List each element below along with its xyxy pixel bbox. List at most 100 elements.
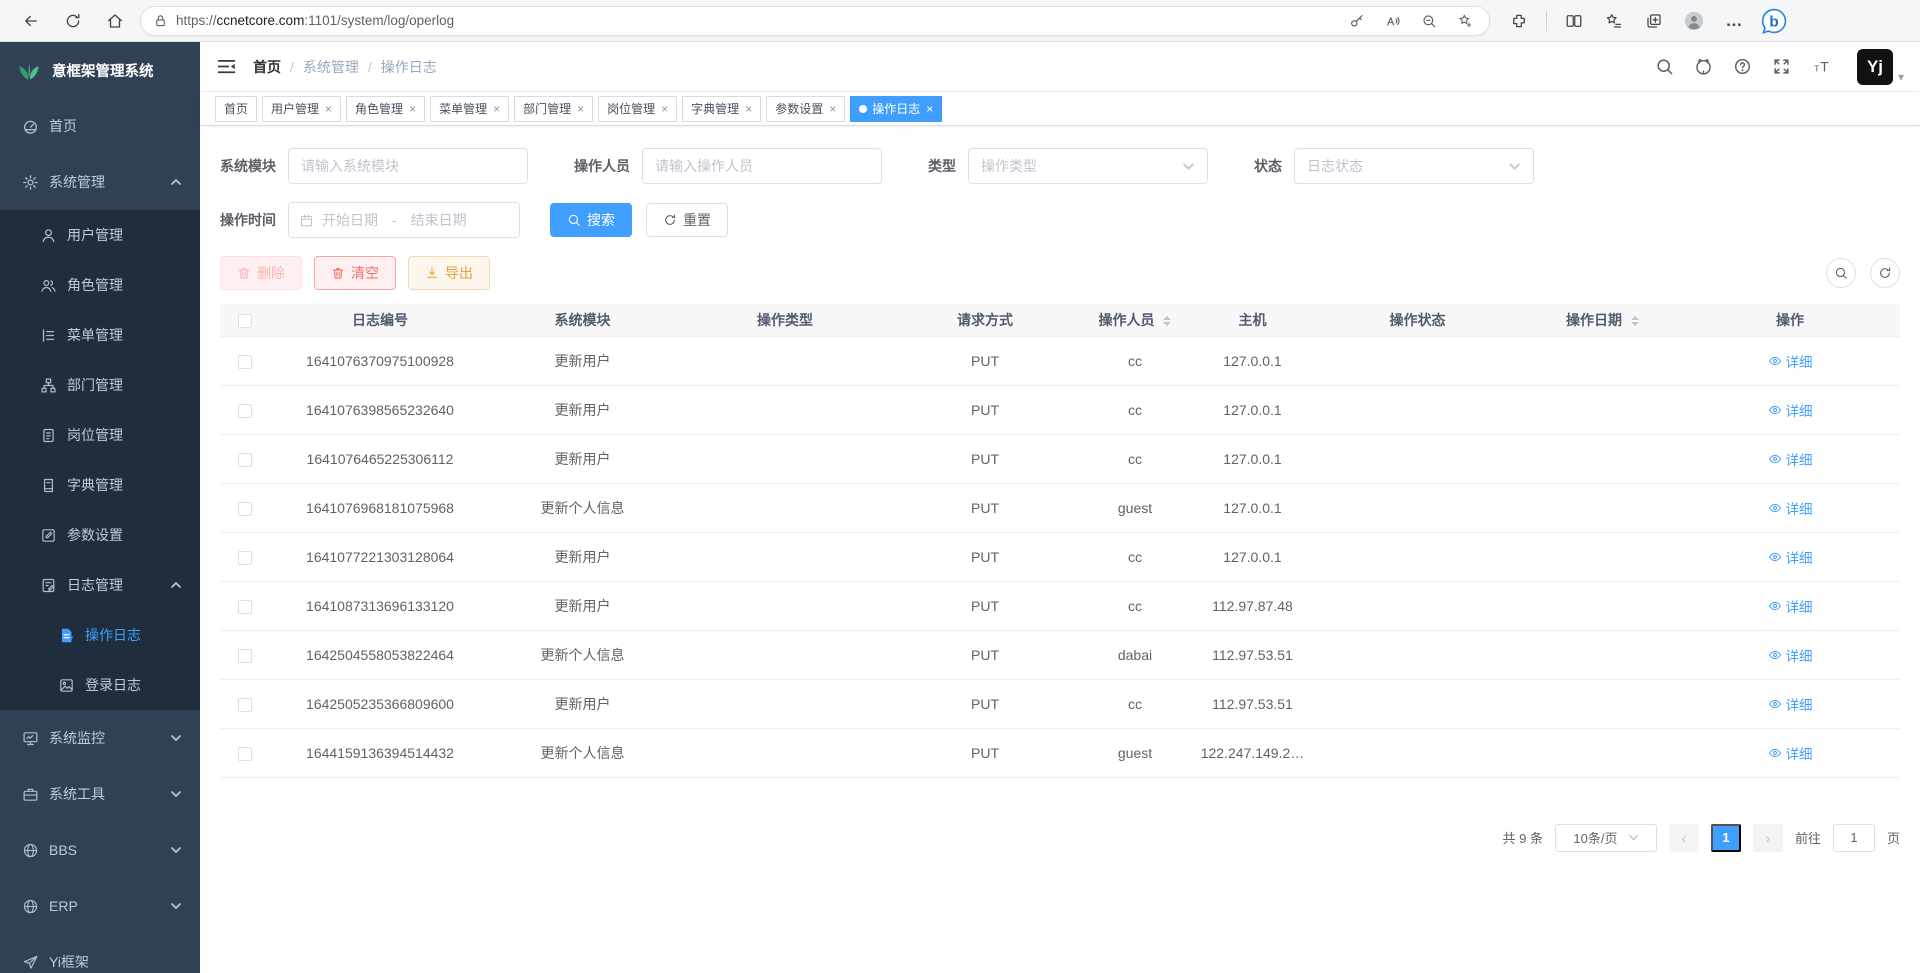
fullscreen-icon[interactable] bbox=[1772, 57, 1791, 76]
profile-icon[interactable] bbox=[1677, 6, 1711, 36]
tab-dict-mgmt[interactable]: 字典管理 × bbox=[682, 96, 761, 122]
sidebar-item-dept-mgmt[interactable]: 部门管理 bbox=[0, 360, 200, 410]
tab-role-mgmt[interactable]: 角色管理 × bbox=[346, 96, 425, 122]
column-header-operator[interactable]: 操作人员 bbox=[1075, 304, 1195, 336]
close-icon[interactable]: × bbox=[325, 102, 332, 116]
detail-link[interactable]: 详细 bbox=[1768, 351, 1813, 371]
zoom-out-icon[interactable] bbox=[1415, 8, 1443, 34]
close-icon[interactable]: × bbox=[577, 102, 584, 116]
detail-link[interactable]: 详细 bbox=[1768, 498, 1813, 518]
home-icon[interactable] bbox=[98, 6, 132, 36]
show-search-button[interactable] bbox=[1826, 258, 1856, 288]
close-icon[interactable]: × bbox=[829, 102, 836, 116]
back-icon[interactable] bbox=[14, 6, 48, 36]
detail-link[interactable]: 详细 bbox=[1768, 547, 1813, 567]
type-select[interactable]: 操作类型 bbox=[968, 148, 1208, 184]
delete-button[interactable]: 删除 bbox=[220, 256, 302, 290]
sidebar-item-menu-mgmt[interactable]: 菜单管理 bbox=[0, 310, 200, 360]
module-input[interactable] bbox=[288, 148, 528, 184]
tab-oper-log[interactable]: 操作日志 × bbox=[850, 96, 942, 122]
tab-menu-mgmt[interactable]: 菜单管理 × bbox=[430, 96, 509, 122]
refresh-table-button[interactable] bbox=[1870, 258, 1900, 288]
sidebar-item-bbs[interactable]: BBS bbox=[0, 822, 200, 878]
search-icon[interactable] bbox=[1655, 57, 1674, 76]
sidebar-item-yi-framework[interactable]: Yi框架 bbox=[0, 934, 200, 973]
close-icon[interactable]: × bbox=[745, 102, 752, 116]
tab-post-mgmt[interactable]: 岗位管理 × bbox=[598, 96, 677, 122]
sort-icon[interactable] bbox=[1163, 316, 1171, 326]
sidebar-item-tools[interactable]: 系统工具 bbox=[0, 766, 200, 822]
bing-icon[interactable] bbox=[1757, 6, 1791, 36]
tab-home[interactable]: 首页 bbox=[215, 96, 257, 122]
sidebar-item-login-log[interactable]: 登录日志 bbox=[0, 660, 200, 710]
detail-link[interactable]: 详细 bbox=[1768, 400, 1813, 420]
page-size-select[interactable]: 10条/页 bbox=[1555, 824, 1657, 852]
row-checkbox[interactable] bbox=[238, 551, 252, 565]
status-select[interactable]: 日志状态 bbox=[1294, 148, 1534, 184]
user-avatar[interactable]: Yj ▾ bbox=[1857, 49, 1904, 85]
export-button[interactable]: 导出 bbox=[408, 256, 490, 290]
refresh-icon[interactable] bbox=[56, 6, 90, 36]
more-icon[interactable]: … bbox=[1717, 6, 1751, 36]
sidebar-item-role-mgmt[interactable]: 角色管理 bbox=[0, 260, 200, 310]
row-checkbox[interactable] bbox=[238, 502, 252, 516]
help-icon[interactable] bbox=[1733, 57, 1752, 76]
page-number-1[interactable]: 1 bbox=[1711, 824, 1741, 852]
clear-button[interactable]: 清空 bbox=[314, 256, 396, 290]
breadcrumb-item[interactable]: 系统管理 bbox=[303, 57, 359, 77]
sidebar-item-post-mgmt[interactable]: 岗位管理 bbox=[0, 410, 200, 460]
close-icon[interactable]: × bbox=[926, 102, 933, 116]
favorites-icon[interactable] bbox=[1597, 6, 1631, 36]
tab-user-mgmt[interactable]: 用户管理 × bbox=[262, 96, 341, 122]
detail-link[interactable]: 详细 bbox=[1768, 596, 1813, 616]
sidebar-item-label: 操作日志 bbox=[85, 625, 141, 645]
detail-link[interactable]: 详细 bbox=[1768, 645, 1813, 665]
tab-dept-mgmt[interactable]: 部门管理 × bbox=[514, 96, 593, 122]
column-header-op_date[interactable]: 操作日期 bbox=[1525, 304, 1680, 336]
extensions-icon[interactable] bbox=[1502, 6, 1536, 36]
key-icon[interactable] bbox=[1343, 8, 1371, 34]
read-aloud-icon[interactable] bbox=[1379, 8, 1407, 34]
sidebar-item-erp[interactable]: ERP bbox=[0, 878, 200, 934]
row-checkbox[interactable] bbox=[238, 600, 252, 614]
breadcrumb-item[interactable]: 首页 bbox=[253, 57, 281, 77]
detail-link[interactable]: 详细 bbox=[1768, 743, 1813, 763]
row-checkbox[interactable] bbox=[238, 355, 252, 369]
avatar[interactable]: Yj bbox=[1857, 49, 1893, 85]
close-icon[interactable]: × bbox=[409, 102, 416, 116]
row-checkbox[interactable] bbox=[238, 649, 252, 663]
favorite-add-icon[interactable] bbox=[1451, 8, 1479, 34]
date-range-picker[interactable]: 开始日期 - 结束日期 bbox=[288, 202, 520, 238]
row-checkbox[interactable] bbox=[238, 698, 252, 712]
sort-icon[interactable] bbox=[1631, 316, 1639, 326]
sidebar-item-system-mgmt[interactable]: 系统管理 bbox=[0, 154, 200, 210]
goto-page-input[interactable] bbox=[1833, 824, 1875, 852]
sidebar-item-home[interactable]: 首页 bbox=[0, 98, 200, 154]
row-checkbox[interactable] bbox=[238, 747, 252, 761]
sidebar-item-user-mgmt[interactable]: 用户管理 bbox=[0, 210, 200, 260]
collections-icon[interactable] bbox=[1637, 6, 1671, 36]
detail-link[interactable]: 详细 bbox=[1768, 449, 1813, 469]
font-size-icon[interactable] bbox=[1811, 57, 1833, 76]
select-all-checkbox[interactable] bbox=[238, 314, 252, 328]
prev-page-button[interactable]: ‹ bbox=[1669, 824, 1699, 852]
operator-input[interactable] bbox=[642, 148, 882, 184]
close-icon[interactable]: × bbox=[661, 102, 668, 116]
row-checkbox[interactable] bbox=[238, 404, 252, 418]
sidebar-item-monitoring[interactable]: 系统监控 bbox=[0, 710, 200, 766]
sidebar-item-param-settings[interactable]: 参数设置 bbox=[0, 510, 200, 560]
detail-link[interactable]: 详细 bbox=[1768, 694, 1813, 714]
github-icon[interactable] bbox=[1694, 57, 1713, 76]
search-button[interactable]: 搜索 bbox=[550, 203, 632, 237]
address-bar[interactable]: https://ccnetcore.com:1101/system/log/op… bbox=[140, 6, 1490, 36]
split-screen-icon[interactable] bbox=[1557, 6, 1591, 36]
close-icon[interactable]: × bbox=[493, 102, 500, 116]
row-checkbox[interactable] bbox=[238, 453, 252, 467]
next-page-button[interactable]: › bbox=[1753, 824, 1783, 852]
reset-button[interactable]: 重置 bbox=[646, 203, 728, 237]
sidebar-item-oper-log[interactable]: 操作日志 bbox=[0, 610, 200, 660]
tab-param-settings[interactable]: 参数设置 × bbox=[766, 96, 845, 122]
sidebar-collapse-icon[interactable] bbox=[216, 56, 237, 77]
sidebar-item-log-mgmt[interactable]: 日志管理 bbox=[0, 560, 200, 610]
sidebar-item-dict-mgmt[interactable]: 字典管理 bbox=[0, 460, 200, 510]
